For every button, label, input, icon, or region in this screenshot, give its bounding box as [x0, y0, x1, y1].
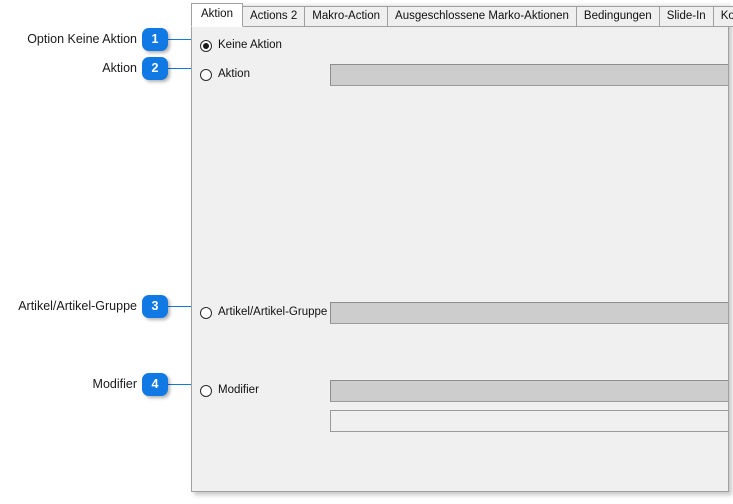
annotation-label: Artikel/Artikel-Gruppe — [18, 298, 137, 313]
radio-label-aktion: Aktion — [218, 68, 250, 81]
tabbed-dialog-panel: Aktion Actions 2 Makro-Action Ausgeschlosse… — [191, 3, 733, 492]
annotation-callout-3: Artikel/Artikel-Gruppe 3 — [0, 294, 196, 318]
radio-label-artikel-artikel-gruppe: Artikel/Artikel-Gruppe — [218, 306, 328, 319]
tab-makro-action[interactable]: Makro-Action — [305, 6, 389, 27]
radio-button-keine-aktion[interactable] — [200, 40, 212, 52]
annotation-badge[interactable]: 4 — [142, 372, 168, 396]
modifier-input[interactable] — [330, 380, 728, 402]
radio-option-keine-aktion[interactable]: Keine Aktion — [200, 33, 282, 59]
annotation-callout-4: Modifier 4 — [0, 372, 196, 396]
radio-label-keine-aktion: Keine Aktion — [218, 39, 282, 52]
artikel-input[interactable] — [330, 302, 728, 324]
annotation-column: Option Keine Aktion 1 Aktion 2 Artikel/Artik… — [0, 0, 196, 504]
radio-button-modifier[interactable] — [200, 385, 212, 397]
tab-ausgeschlossene-marko-aktionen[interactable]: Ausgeschlossene Marko-Aktionen — [388, 6, 577, 27]
tab-actions-2[interactable]: Actions 2 — [242, 6, 306, 27]
radio-option-artikel-artikel-gruppe[interactable]: Artikel/Artikel-Gruppe — [200, 300, 327, 326]
radio-button-aktion[interactable] — [200, 69, 212, 81]
annotation-callout-2: Aktion 2 — [0, 56, 196, 80]
tab-slide-in[interactable]: Slide-In — [659, 6, 714, 27]
modifier-secondary-input[interactable] — [330, 410, 728, 432]
annotation-label: Modifier — [92, 376, 137, 391]
radio-option-modifier[interactable]: Modifier — [200, 378, 259, 404]
annotation-label: Option Keine Aktion — [27, 31, 137, 46]
tab-kommentar[interactable]: Kommentar — [713, 6, 733, 27]
tab-strip: Aktion Actions 2 Makro-Action Ausgeschlosse… — [191, 3, 733, 27]
annotation-label: Aktion — [102, 60, 137, 75]
radio-label-modifier: Modifier — [218, 384, 259, 397]
aktion-input[interactable] — [330, 64, 728, 86]
annotation-callout-1: Option Keine Aktion 1 — [0, 27, 196, 51]
option-row-keine-aktion: Keine Aktion — [192, 33, 728, 59]
annotation-badge[interactable]: 1 — [142, 27, 168, 51]
annotation-badge[interactable]: 3 — [142, 294, 168, 318]
tab-bedingungen[interactable]: Bedingungen — [576, 6, 660, 27]
tab-aktion[interactable]: Aktion — [191, 3, 243, 27]
radio-button-artikel-artikel-gruppe[interactable] — [200, 307, 212, 319]
annotation-badge[interactable]: 2 — [142, 56, 168, 80]
tab-content-panel: Keine Aktion Aktion Artikel/Artikel-Gruppe… — [191, 26, 729, 492]
radio-option-aktion[interactable]: Aktion — [200, 62, 250, 88]
